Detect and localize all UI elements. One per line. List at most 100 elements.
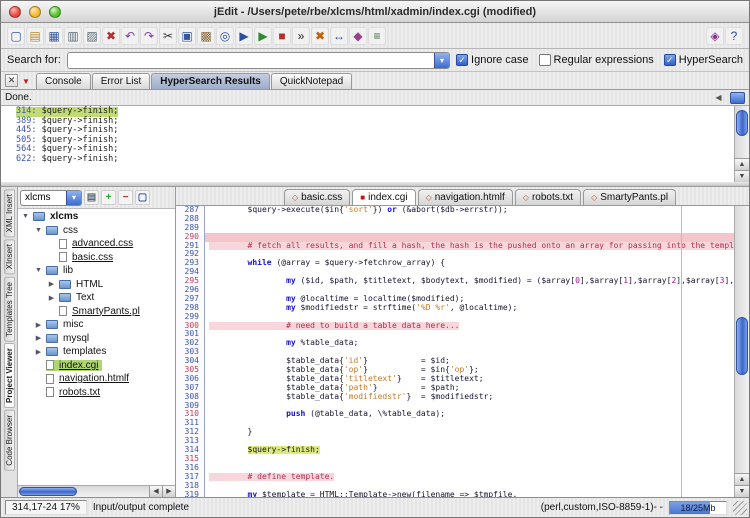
error-list-icon[interactable]: ✖ (311, 27, 329, 45)
buffer-switcher-icon[interactable]: ↔ (330, 27, 348, 45)
code-line[interactable]: 293 while (@array = $query->fetchrow_arr… (176, 259, 734, 268)
dock-tab-hypersearch-results[interactable]: HyperSearch Results (151, 73, 270, 89)
code-line[interactable]: 315 (176, 455, 734, 464)
tree-row-text[interactable]: ▶Text (18, 291, 175, 305)
checkbox-ignore-case[interactable]: ✓Ignore case (456, 54, 528, 66)
code-line[interactable]: 289 (176, 224, 734, 233)
code-line[interactable]: 313 (176, 437, 734, 446)
tree-row-smartypants-pl[interactable]: SmartyPants.pl (18, 305, 175, 319)
code-line[interactable]: 311 (176, 419, 734, 428)
buffer-tab-basic-css[interactable]: ◇basic.css (284, 189, 350, 205)
code-line[interactable]: 292 (176, 250, 734, 259)
search-history-dropdown-icon[interactable]: ▾ (434, 53, 449, 68)
print-icon[interactable]: ▥ (64, 27, 82, 45)
checkbox-hypersearch[interactable]: ✓HyperSearch (664, 54, 743, 66)
code-line[interactable]: 296 (176, 286, 734, 295)
side-tab-xinsert[interactable]: XInsert (4, 239, 15, 274)
scroll-up-icon[interactable]: ▲ (735, 473, 749, 485)
close-dock-icon[interactable]: ✕ (5, 74, 18, 87)
side-tab-xml-insert[interactable]: XML Insert (4, 189, 15, 237)
help-icon[interactable]: ? (725, 27, 743, 45)
new-file-icon[interactable]: ▢ (7, 27, 25, 45)
buffer-tab-smartypants-pl[interactable]: ◇SmartyPants.pl (583, 189, 676, 205)
tree-row-robots-txt[interactable]: robots.txt (18, 386, 175, 400)
dock-tab-error-list[interactable]: Error List (92, 73, 151, 89)
search-input[interactable] (68, 53, 434, 68)
console-icon[interactable]: » (292, 27, 310, 45)
import-files-icon[interactable]: ▢ (135, 190, 150, 205)
code-line[interactable]: 319 my $template = HTML::Template->new(f… (176, 491, 734, 498)
code-line[interactable]: 302 my %table_data; (176, 339, 734, 348)
tree-row-advanced-css[interactable]: advanced.css (18, 237, 175, 251)
result-row[interactable]: 622: $query->finish; (1, 155, 734, 165)
code-line[interactable]: 305 $table_data{'op'} = $in{'op'}; (176, 366, 734, 375)
find-next-icon[interactable]: ▶ (235, 27, 253, 45)
add-file-icon[interactable]: + (101, 190, 116, 205)
previous-result-icon[interactable]: ◀ (711, 92, 726, 104)
side-tab-project-viewer[interactable]: Project Viewer (4, 343, 15, 408)
close-buffer-icon[interactable]: ✖ (102, 27, 120, 45)
code-line[interactable]: 304 $table_data{'id'} = $id; (176, 357, 734, 366)
undo-icon[interactable]: ↶ (121, 27, 139, 45)
memory-gauge[interactable]: 18/25Mb (669, 501, 727, 515)
tree-row-navigation-htmlf[interactable]: navigation.htmlf (18, 372, 175, 386)
code-line[interactable]: 307 $table_data{'path'} = $path; (176, 384, 734, 393)
open-file-icon[interactable]: ▤ (26, 27, 44, 45)
side-tab-code-browser[interactable]: Code Browser (4, 410, 15, 471)
code-line[interactable]: 301 (176, 330, 734, 339)
tree-row-xlcms[interactable]: ▼xlcms (18, 210, 175, 224)
code-line[interactable]: 291 # fetch all results, and fill a hash… (176, 242, 734, 251)
scrollbar-thumb[interactable] (736, 110, 748, 136)
multiple-results-icon[interactable] (730, 92, 745, 104)
buffer-tab-robots-txt[interactable]: ◇robots.txt (515, 189, 581, 205)
code-line[interactable]: 300 # need to build a table data here... (176, 322, 734, 331)
scroll-right-icon[interactable]: ▶ (162, 486, 175, 497)
code-line[interactable]: 312 } (176, 428, 734, 437)
titlebar[interactable]: jEdit - /Users/pete/rbe/xlcms/html/xadmi… (1, 1, 749, 23)
code-line[interactable]: 299 (176, 313, 734, 322)
scroll-up-icon[interactable]: ▲ (735, 158, 749, 170)
scrollbar-thumb[interactable] (19, 487, 77, 496)
resize-grip[interactable] (733, 501, 747, 515)
xml-insert-icon[interactable]: ◆ (349, 27, 367, 45)
scroll-down-icon[interactable]: ▼ (735, 485, 749, 497)
code-line[interactable]: 308 $table_data{'modifiedstr'} = $modifi… (176, 393, 734, 402)
code-line[interactable]: 294 (176, 268, 734, 277)
code-line[interactable]: 318 (176, 482, 734, 491)
code-line[interactable]: 317 # define template. (176, 473, 734, 482)
remove-file-icon[interactable]: − (118, 190, 133, 205)
code-line[interactable]: 298 my $modifiedstr = strftime('%D %r', … (176, 304, 734, 313)
collapse-all-icon[interactable]: ▤ (84, 190, 99, 205)
stop-icon[interactable]: ■ (273, 27, 291, 45)
code-line[interactable]: 314 $query->finish; (176, 446, 734, 455)
tree-row-mysql[interactable]: ▶mysql (18, 332, 175, 346)
project-select[interactable]: xlcms ▾ (20, 190, 82, 206)
search-combo[interactable]: ▾ (67, 52, 450, 69)
tree-row-index-cgi[interactable]: index.cgi (18, 359, 175, 373)
dock-popup-icon[interactable]: ▼ (20, 77, 32, 86)
tree-row-css[interactable]: ▼css (18, 224, 175, 238)
results-scrollbar[interactable]: ▲ ▼ (734, 106, 749, 182)
minimize-window-button[interactable] (29, 6, 41, 18)
project-select-arrow-icon[interactable]: ▾ (66, 191, 81, 205)
zoom-window-button[interactable] (49, 6, 61, 18)
text-area[interactable]: 287 $query->execute($in{'sort'}) or (&ab… (176, 206, 734, 497)
run-macro-icon[interactable]: ▶ (254, 27, 272, 45)
plugin-manager-icon[interactable]: ◈ (706, 27, 724, 45)
code-line[interactable]: 303 (176, 348, 734, 357)
checkbox-regular-expressions[interactable]: Regular expressions (539, 54, 654, 66)
dock-tab-console[interactable]: Console (36, 73, 91, 89)
dock-tab-quicknotepad[interactable]: QuickNotepad (271, 73, 352, 89)
code-browser-icon[interactable]: ≡ (368, 27, 386, 45)
find-icon[interactable]: ◎ (216, 27, 234, 45)
code-line[interactable]: 316 (176, 464, 734, 473)
cut-icon[interactable]: ✂ (159, 27, 177, 45)
code-line[interactable]: 309 (176, 402, 734, 411)
page-setup-icon[interactable]: ▨ (83, 27, 101, 45)
copy-icon[interactable]: ▣ (178, 27, 196, 45)
code-line[interactable]: 287 $query->execute($in{'sort'}) or (&ab… (176, 206, 734, 215)
redo-icon[interactable]: ↷ (140, 27, 158, 45)
buffer-tab-index-cgi[interactable]: ■index.cgi (352, 189, 415, 205)
tree-row-basic-css[interactable]: basic.css (18, 251, 175, 265)
code-line[interactable]: 288 (176, 215, 734, 224)
